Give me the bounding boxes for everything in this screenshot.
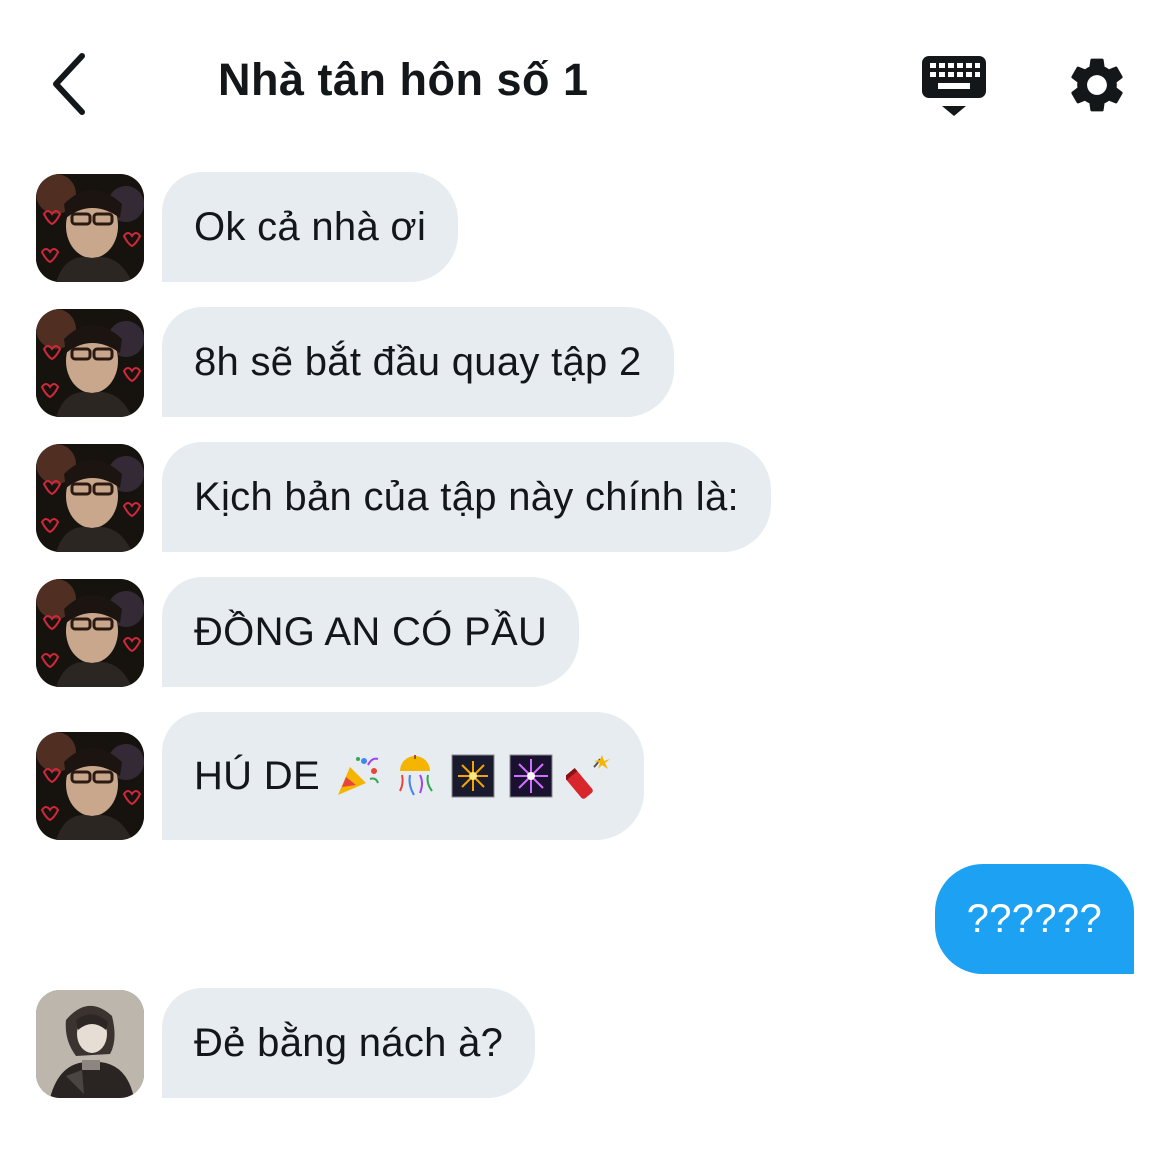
message-text: HÚ DE: [194, 753, 320, 798]
sparkler-icon: [508, 753, 554, 799]
avatar-photo: [36, 444, 144, 552]
chat-header: Nhà tân hôn số 1: [0, 0, 1170, 165]
back-button[interactable]: [36, 48, 100, 120]
party-popper-icon: [334, 753, 380, 799]
avatar[interactable]: [36, 444, 144, 552]
avatar-photo: [36, 174, 144, 282]
message-bubble[interactable]: Kịch bản của tập này chính là:: [162, 442, 771, 552]
chevron-left-icon: [53, 53, 85, 115]
avatar-photo: [36, 579, 144, 687]
conversation-title[interactable]: Nhà tân hôn số 1: [218, 54, 589, 106]
fireworks-icon: [450, 753, 496, 799]
avatar[interactable]: [36, 732, 144, 840]
settings-button[interactable]: [1064, 52, 1130, 118]
message-bubble[interactable]: HÚ DE: [162, 712, 644, 840]
avatar[interactable]: [36, 579, 144, 687]
message-bubble[interactable]: Ok cả nhà ơi: [162, 172, 459, 282]
message-bubble[interactable]: ĐỒNG AN CÓ PẦU: [162, 577, 580, 687]
gear-icon: [1071, 58, 1123, 112]
avatar-photo: [36, 309, 144, 417]
keyboard-button[interactable]: [918, 52, 990, 120]
avatar[interactable]: [36, 990, 144, 1098]
avatar[interactable]: [36, 174, 144, 282]
sent-message-bubble[interactable]: ??????: [934, 864, 1134, 974]
avatar[interactable]: [36, 309, 144, 417]
message-bubble[interactable]: 8h sẽ bắt đầu quay tập 2: [162, 307, 674, 417]
avatar-photo: [36, 732, 144, 840]
firecracker-icon: [565, 753, 612, 799]
message-bubble[interactable]: Đẻ bằng nách à?: [162, 988, 536, 1098]
confetti-ball-icon: [392, 753, 438, 799]
avatar-photo: [36, 990, 144, 1098]
keyboard-icon: [922, 56, 986, 116]
